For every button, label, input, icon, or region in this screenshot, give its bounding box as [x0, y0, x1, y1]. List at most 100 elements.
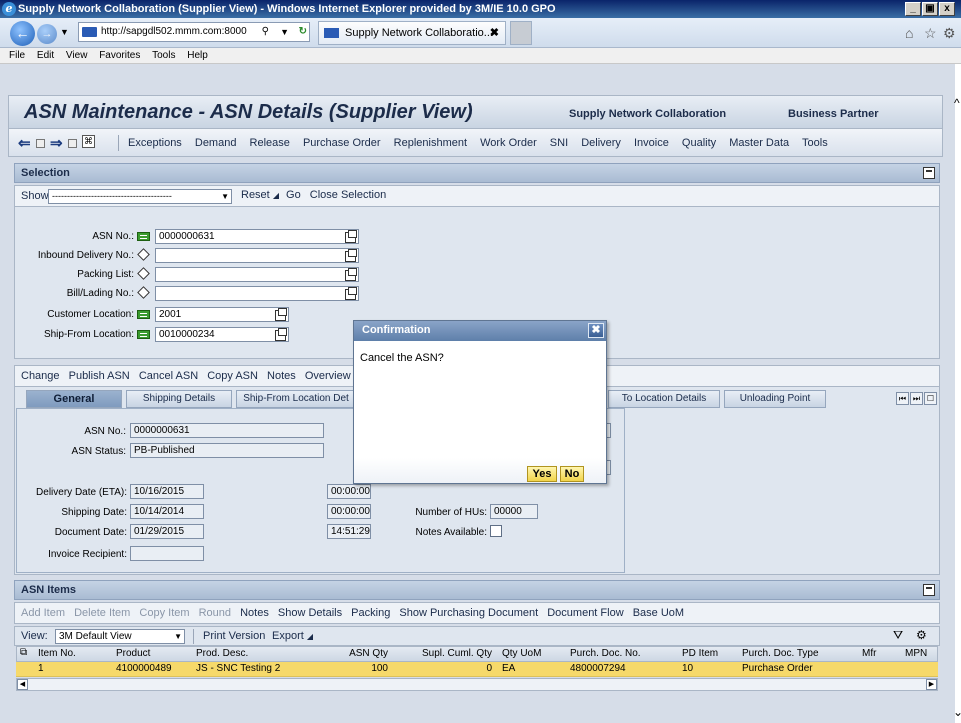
notes-button[interactable]: Notes: [267, 370, 296, 382]
page-scrollbar[interactable]: [955, 64, 961, 723]
scroll-left-icon[interactable]: ◀: [17, 679, 28, 690]
items-horizontal-scrollbar[interactable]: [16, 678, 938, 691]
overview-button[interactable]: Overview: [305, 370, 351, 382]
export-button[interactable]: Export ◢: [272, 630, 313, 642]
copy-asn-button[interactable]: Copy ASN: [207, 370, 258, 382]
packing-list-input[interactable]: [155, 267, 359, 282]
history-dropdown-icon[interactable]: ▼: [60, 27, 69, 37]
col-pd-item[interactable]: PD Item: [682, 648, 718, 659]
menu-file[interactable]: File: [9, 50, 25, 61]
customer-location-input[interactable]: 2001: [155, 307, 289, 322]
refresh-icon[interactable]: ↻: [299, 23, 307, 41]
tab-last-icon[interactable]: ⏭: [910, 392, 923, 405]
search-icon[interactable]: ⚲: [262, 23, 269, 41]
gear-icon[interactable]: ⚙: [943, 25, 956, 42]
filter-icon[interactable]: ⛛: [893, 628, 903, 643]
favorites-star-icon[interactable]: ☆: [924, 25, 937, 42]
reset-menu-icon[interactable]: ◢: [273, 191, 279, 200]
bill-lading-input[interactable]: [155, 286, 359, 301]
menu-help[interactable]: Help: [187, 50, 208, 61]
minimize-button[interactable]: _: [905, 2, 921, 16]
change-button[interactable]: Change: [21, 370, 60, 382]
browser-tab[interactable]: Supply Network Collaboratio... ✖: [318, 21, 506, 45]
copy-item-button[interactable]: Copy Item: [139, 607, 189, 619]
col-mpn[interactable]: MPN: [905, 648, 927, 659]
close-window-button[interactable]: x: [939, 2, 955, 16]
tab-shipping-details[interactable]: Shipping Details: [126, 390, 232, 408]
nav-quality[interactable]: Quality: [682, 137, 716, 149]
value-help-icon[interactable]: [345, 249, 357, 262]
inbound-delivery-input[interactable]: [155, 248, 359, 263]
forward-history-icon[interactable]: [68, 139, 77, 148]
nav-delivery[interactable]: Delivery: [581, 137, 621, 149]
nav-replenishment[interactable]: Replenishment: [394, 137, 467, 149]
select-all-icon[interactable]: ⧉: [20, 647, 27, 658]
dialog-close-icon[interactable]: ✖: [588, 323, 604, 338]
scroll-right-icon[interactable]: ▶: [926, 679, 937, 690]
view-dropdown[interactable]: 3M Default View ▼: [55, 629, 185, 644]
close-selection-button[interactable]: Close Selection: [310, 189, 386, 201]
address-bar[interactable]: http://sapgdl502.mmm.com:8000 ⚲ ▼ ↻: [78, 22, 310, 42]
tab-general[interactable]: General: [26, 390, 122, 408]
value-help-icon[interactable]: [275, 328, 287, 341]
nav-exceptions[interactable]: Exceptions: [128, 137, 182, 149]
nav-master-data[interactable]: Master Data: [729, 137, 789, 149]
col-asn-qty[interactable]: ASN Qty: [318, 648, 388, 659]
col-mfr[interactable]: Mfr: [862, 648, 876, 659]
cancel-asn-button[interactable]: Cancel ASN: [139, 370, 198, 382]
nav-purchase-order[interactable]: Purchase Order: [303, 137, 381, 149]
delete-item-button[interactable]: Delete Item: [74, 607, 130, 619]
forward-nav-icon[interactable]: ⇒: [50, 134, 63, 152]
tab-list-icon[interactable]: ☐: [924, 392, 937, 405]
address-dropdown-icon[interactable]: ▼: [280, 23, 289, 41]
back-arrow-icon[interactable]: ←: [10, 21, 35, 46]
tab-to-location[interactable]: To Location Details: [608, 390, 720, 408]
col-purch-doc-no[interactable]: Purch. Doc. No.: [570, 648, 641, 659]
value-help-icon[interactable]: [345, 268, 357, 281]
show-dropdown[interactable]: ----------------------------------------…: [48, 189, 232, 204]
menu-edit[interactable]: Edit: [37, 50, 54, 61]
forward-arrow-icon[interactable]: →: [37, 24, 57, 44]
new-tab-button[interactable]: [510, 21, 532, 45]
nav-tools[interactable]: Tools: [802, 137, 828, 149]
ship-from-location-input[interactable]: 0010000234: [155, 327, 289, 342]
menu-tools[interactable]: Tools: [152, 50, 175, 61]
collapse-selection-icon[interactable]: [923, 167, 935, 179]
tab-unloading-point[interactable]: Unloading Point: [724, 390, 826, 408]
home-icon[interactable]: ⌂: [905, 25, 913, 41]
packing-button[interactable]: Packing: [351, 607, 390, 619]
menu-favorites[interactable]: Favorites: [99, 50, 140, 61]
item-notes-button[interactable]: Notes: [240, 607, 269, 619]
go-button[interactable]: Go: [286, 189, 301, 201]
col-supl-cuml-qty[interactable]: Supl. Cuml. Qty: [400, 648, 492, 659]
tab-ship-from-location[interactable]: Ship-From Location Det: [236, 390, 356, 408]
col-qty-uom[interactable]: Qty UoM: [502, 648, 541, 659]
settings-icon[interactable]: ⚙: [916, 628, 927, 642]
col-purch-doc-type[interactable]: Purch. Doc. Type: [742, 648, 819, 659]
col-item-no[interactable]: Item No.: [38, 648, 76, 659]
maximize-button[interactable]: ▣: [922, 2, 938, 16]
tab-close-icon[interactable]: ✖: [490, 22, 499, 44]
value-help-icon[interactable]: [345, 230, 357, 243]
snc-link[interactable]: Supply Network Collaboration: [569, 108, 726, 120]
business-partner-link[interactable]: Business Partner: [788, 108, 878, 120]
base-uom-button[interactable]: Base UoM: [633, 607, 684, 619]
scroll-down-icon[interactable]: ⌄: [953, 705, 961, 719]
menu-view[interactable]: View: [66, 50, 88, 61]
nav-invoice[interactable]: Invoice: [634, 137, 669, 149]
nav-sni[interactable]: SNI: [550, 137, 568, 149]
collapse-items-icon[interactable]: [923, 584, 935, 596]
round-button[interactable]: Round: [199, 607, 231, 619]
document-flow-button[interactable]: Document Flow: [547, 607, 623, 619]
show-purchasing-document-button[interactable]: Show Purchasing Document: [399, 607, 538, 619]
publish-asn-button[interactable]: Publish ASN: [69, 370, 130, 382]
scroll-up-icon[interactable]: ^: [954, 96, 960, 110]
nav-demand[interactable]: Demand: [195, 137, 237, 149]
show-details-button[interactable]: Show Details: [278, 607, 342, 619]
col-prod-desc[interactable]: Prod. Desc.: [196, 648, 248, 659]
value-help-icon[interactable]: [275, 308, 287, 321]
personalize-icon[interactable]: ⌘: [82, 135, 95, 148]
nav-work-order[interactable]: Work Order: [480, 137, 537, 149]
tab-first-icon[interactable]: ⏮: [896, 392, 909, 405]
reset-button[interactable]: Reset: [241, 189, 270, 201]
